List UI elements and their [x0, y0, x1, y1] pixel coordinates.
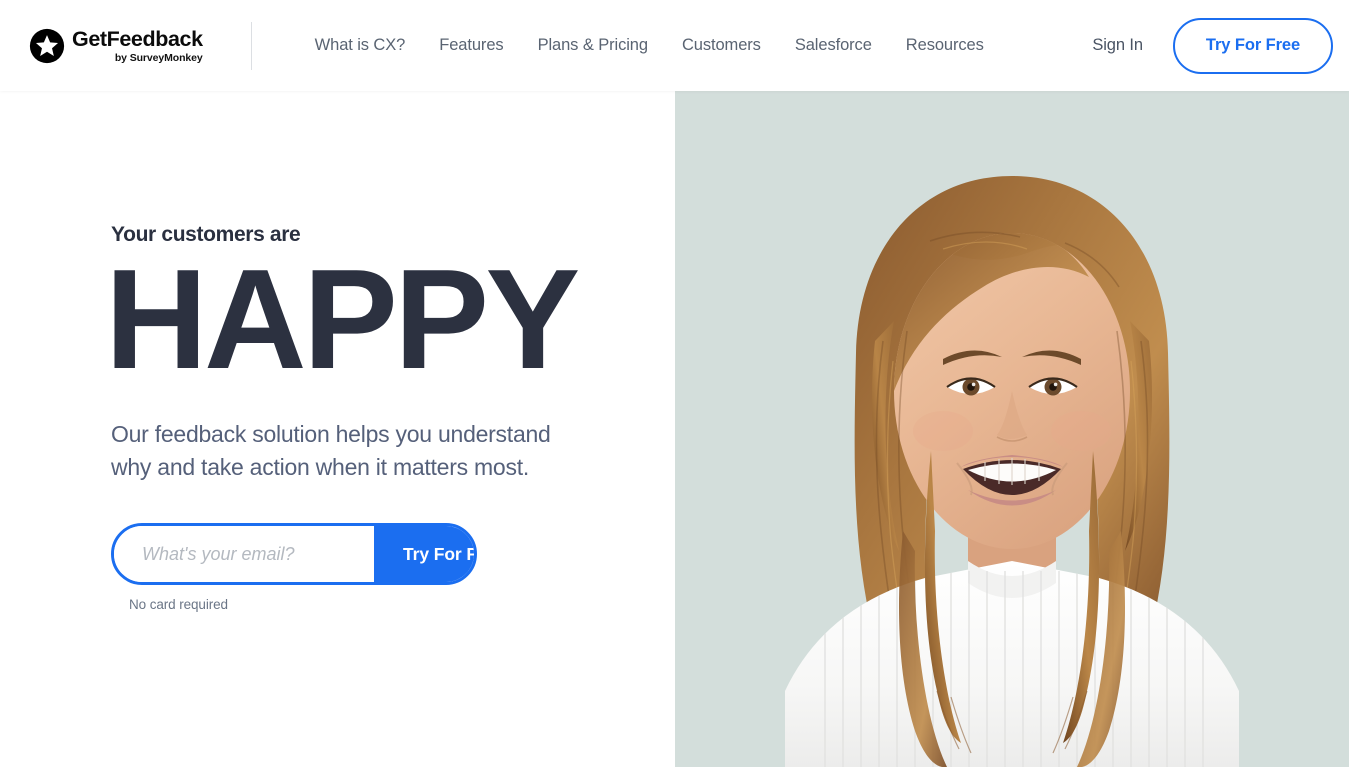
sign-in-link[interactable]: Sign In — [1080, 28, 1155, 63]
site-header: GetFeedback by SurveyMonkey What is CX? … — [0, 0, 1349, 91]
nav-item-customers[interactable]: Customers — [665, 28, 778, 63]
header-try-for-free-button[interactable]: Try For Free — [1173, 17, 1333, 74]
nav-item-features[interactable]: Features — [422, 28, 520, 63]
hero-section: Your customers are HAPPY Our feedback so… — [0, 91, 1349, 767]
logo-subtitle: by SurveyMonkey — [114, 51, 203, 64]
hero-content-panel: Your customers are HAPPY Our feedback so… — [0, 91, 675, 767]
main-navigation: What is CX? Features Plans & Pricing Cus… — [298, 28, 1001, 63]
header-divider — [250, 21, 252, 70]
header-actions: Sign In Try For Free — [1080, 17, 1333, 74]
hero-portrait-photo — [675, 91, 1349, 767]
star-in-circle-icon — [29, 28, 65, 63]
hero-image-panel — [675, 91, 1349, 767]
logo-wordmark: GetFeedback by SurveyMonkey — [72, 28, 203, 63]
email-signup-form: Try For Free — [111, 523, 477, 586]
hero-subcopy: Our feedback solution helps you understa… — [111, 420, 551, 480]
nav-item-what-is-cx[interactable]: What is CX? — [298, 28, 423, 63]
hero-try-for-free-button[interactable]: Try For Free — [374, 526, 474, 583]
no-card-required-note: No card required — [129, 597, 228, 613]
email-input[interactable] — [114, 526, 374, 583]
logo-name: GetFeedback — [72, 26, 203, 51]
hero-copy: Your customers are HAPPY Our feedback so… — [105, 223, 671, 613]
nav-item-plans-pricing[interactable]: Plans & Pricing — [521, 28, 665, 63]
nav-item-salesforce[interactable]: Salesforce — [778, 28, 889, 63]
hero-headline: HAPPY — [105, 240, 580, 399]
logo-link[interactable]: GetFeedback by SurveyMonkey — [28, 27, 203, 65]
nav-item-resources[interactable]: Resources — [889, 28, 1001, 63]
